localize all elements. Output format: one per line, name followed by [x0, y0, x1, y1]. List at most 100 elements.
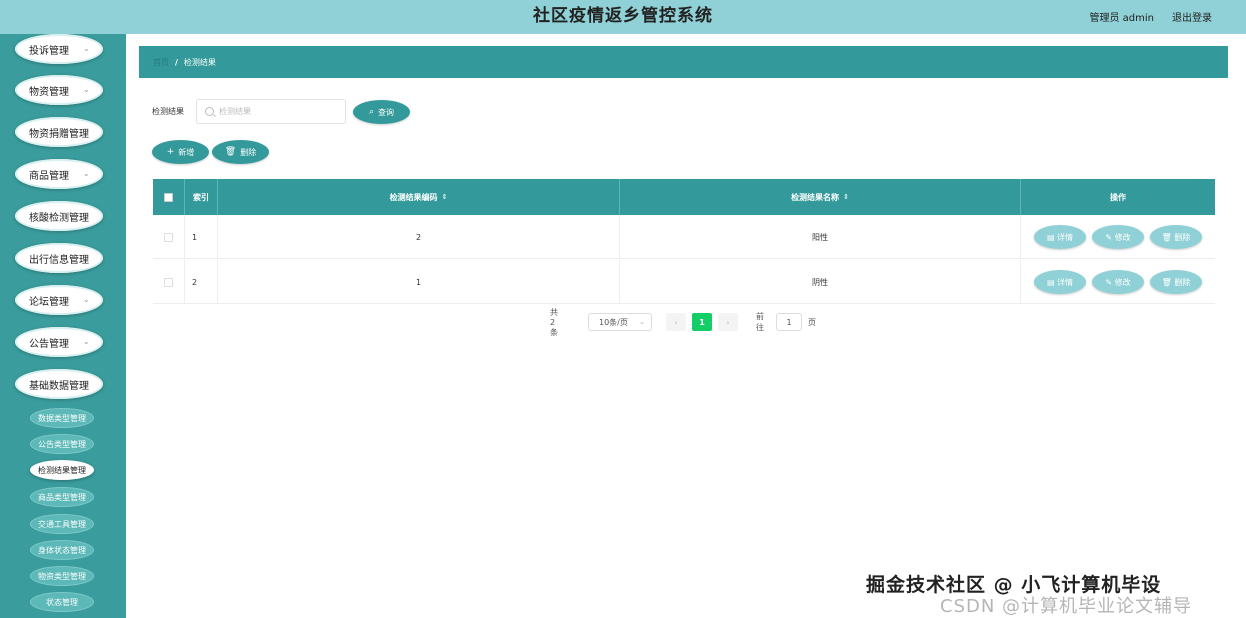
page-unit-label: 页 — [808, 317, 816, 327]
row-code: 2 — [218, 215, 620, 259]
delete-button[interactable]: 🗑 删除 — [1150, 225, 1202, 249]
sidebar-item-label: 物资管理 — [29, 86, 69, 98]
batch-delete-button[interactable]: 🗑 删除 — [212, 140, 269, 164]
top-header: 社区疫情返乡管控系统 管理员 admin 退出登录 — [0, 0, 1246, 34]
sidebar-item-goods[interactable]: 商品管理 ⌄ — [15, 159, 103, 189]
sidebar-item-supplies[interactable]: 物资管理 ⌄ — [15, 75, 103, 105]
column-code[interactable]: 检测结果编码 ⇕ — [218, 179, 620, 215]
chevron-down-icon: ⌄ — [83, 169, 90, 178]
goto-page-input[interactable]: 1 — [776, 313, 802, 331]
sidebar-subitem-data-types[interactable]: 数据类型管理 — [30, 408, 94, 428]
pagination-total: 共 2 条 — [550, 307, 558, 337]
breadcrumb-current: 检测结果 — [183, 57, 216, 67]
trash-icon: 🗑 — [1161, 232, 1172, 242]
prev-page-button[interactable]: ‹ — [666, 313, 686, 331]
sidebar-item-label: 商品管理 — [29, 170, 69, 182]
search-input[interactable]: 检测结果 — [196, 99, 346, 124]
table-row: 1 2 阳性 ▤ 详情 ✎ 修改 🗑 删除 — [153, 215, 1215, 259]
chevron-down-icon: ⌄ — [83, 44, 90, 53]
edit-label: 修改 — [1114, 277, 1131, 287]
sidebar-item-label: 公告管理 — [29, 338, 69, 350]
detail-button[interactable]: ▤ 详情 — [1034, 225, 1086, 249]
trash-icon: 🗑 — [224, 147, 237, 157]
page-number-current[interactable]: 1 — [692, 313, 712, 331]
sort-icon[interactable]: ⇕ — [843, 193, 849, 201]
delete-button[interactable]: 🗑 删除 — [1150, 270, 1202, 294]
breadcrumb-separator: / — [175, 57, 178, 67]
current-user: 管理员 admin — [1089, 13, 1154, 24]
row-ops: ▤ 详情 ✎ 修改 🗑 删除 — [1021, 260, 1215, 304]
sidebar-subitem-goods-types[interactable]: 商品类型管理 — [30, 487, 94, 507]
watermark-secondary: CSDN @计算机毕业论文辅导 — [940, 596, 1193, 617]
detail-label: 详情 — [1057, 277, 1074, 287]
sidebar-item-base-data[interactable]: 基础数据管理 — [15, 369, 103, 399]
column-ops: 操作 — [1110, 192, 1126, 202]
sort-icon[interactable]: ⇕ — [442, 193, 448, 201]
sidebar-item-label: 投诉管理 — [29, 45, 69, 57]
column-name-label: 检测结果名称 — [791, 192, 840, 202]
row-select[interactable] — [153, 215, 185, 259]
search-placeholder: 检测结果 — [219, 107, 251, 116]
select-all-checkbox[interactable] — [164, 192, 173, 202]
doc-icon: ▤ — [1046, 277, 1055, 287]
page-size-select[interactable]: 10条/页 ⌄ — [588, 313, 652, 331]
edit-button[interactable]: ✎ 修改 — [1092, 270, 1144, 294]
chevron-down-icon: ⌄ — [83, 85, 90, 94]
app-title: 社区疫情返乡管控系统 — [533, 6, 713, 26]
edit-icon: ✎ — [1105, 232, 1113, 242]
chevron-down-icon: ⌄ — [83, 295, 90, 304]
sidebar-item-label: 基础数据管理 — [29, 380, 89, 392]
sidebar-subitem-test-results[interactable]: 检测结果管理 — [30, 460, 94, 480]
edit-icon: ✎ — [1105, 277, 1113, 287]
table-header: 索引 检测结果编码 ⇕ 检测结果名称 ⇕ 操作 — [153, 179, 1215, 215]
row-checkbox[interactable] — [164, 232, 173, 242]
query-button-label: 查询 — [378, 107, 395, 117]
sidebar-item-label: 出行信息管理 — [29, 254, 89, 266]
page-size-value: 10条/页 — [599, 317, 628, 327]
chevron-down-icon: ⌄ — [83, 337, 90, 346]
row-code: 1 — [218, 260, 620, 304]
edit-label: 修改 — [1114, 232, 1131, 242]
sidebar-subitem-notice-types[interactable]: 公告类型管理 — [30, 434, 94, 454]
trash-icon: 🗑 — [1161, 277, 1172, 287]
logout-link[interactable]: 退出登录 — [1172, 9, 1212, 24]
sidebar-item-nucleic-test[interactable]: 核酸检测管理 — [15, 201, 103, 231]
row-select[interactable] — [153, 260, 185, 304]
next-page-button[interactable]: › — [718, 313, 738, 331]
plus-icon: + — [166, 147, 175, 157]
detail-label: 详情 — [1057, 232, 1074, 242]
row-checkbox[interactable] — [164, 277, 173, 287]
sidebar-item-notices[interactable]: 公告管理 ⌄ — [15, 327, 103, 357]
breadcrumb-home[interactable]: 首页 — [153, 57, 169, 68]
row-index: 1 — [185, 215, 218, 259]
add-button[interactable]: + 新增 — [152, 140, 209, 164]
chevron-down-icon: ⌄ — [639, 318, 645, 326]
sidebar-item-forum[interactable]: 论坛管理 ⌄ — [15, 285, 103, 315]
sidebar-subitem-transport[interactable]: 交通工具管理 — [30, 514, 94, 534]
edit-button[interactable]: ✎ 修改 — [1092, 225, 1144, 249]
doc-icon: ▤ — [1046, 232, 1055, 242]
sidebar-item-label: 物资捐赠管理 — [29, 128, 89, 140]
query-button[interactable]: ⌕ 查询 — [353, 100, 410, 124]
sidebar-item-travel-info[interactable]: 出行信息管理 — [15, 243, 103, 273]
row-index: 2 — [185, 260, 218, 304]
search-icon — [205, 107, 214, 116]
add-button-label: 新增 — [178, 147, 195, 157]
goto-label: 前往 — [756, 312, 764, 332]
sidebar-subitem-status[interactable]: 状态管理 — [30, 592, 94, 612]
sidebar-item-donations[interactable]: 物资捐赠管理 — [15, 117, 103, 147]
sidebar-subitem-supply-types[interactable]: 物资类型管理 — [30, 566, 94, 586]
header-select-all[interactable] — [153, 179, 185, 215]
column-index: 索引 — [185, 179, 218, 215]
row-name: 阴性 — [620, 260, 1021, 304]
row-name: 阳性 — [620, 215, 1021, 259]
row-ops: ▤ 详情 ✎ 修改 🗑 删除 — [1021, 215, 1215, 259]
search-icon: ⌕ — [368, 107, 375, 117]
sidebar-item-label: 论坛管理 — [29, 296, 69, 308]
column-name[interactable]: 检测结果名称 ⇕ — [620, 179, 1021, 215]
detail-button[interactable]: ▤ 详情 — [1034, 270, 1086, 294]
sidebar-subitem-health-status[interactable]: 身体状态管理 — [30, 540, 94, 560]
table-row: 2 1 阴性 ▤ 详情 ✎ 修改 🗑 删除 — [153, 260, 1215, 304]
sidebar-item-complaints[interactable]: 投诉管理 ⌄ — [15, 34, 103, 64]
search-label: 检测结果 — [152, 107, 184, 116]
